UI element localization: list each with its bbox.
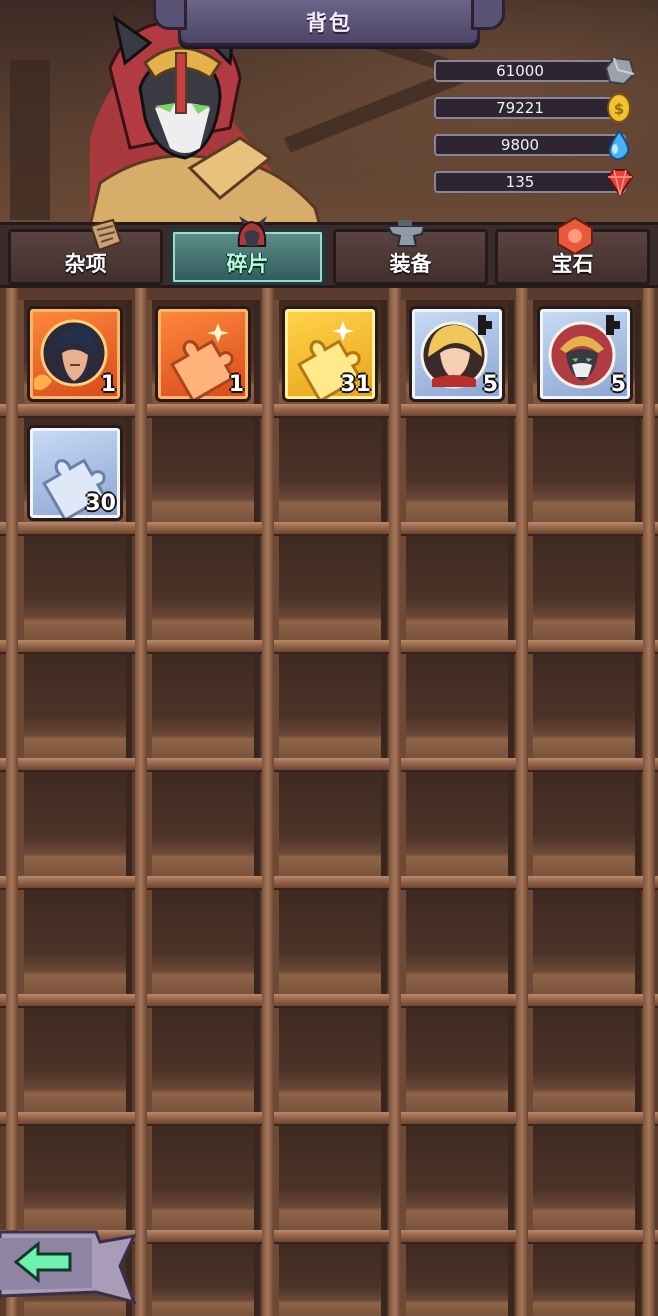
scroll-icon: [89, 218, 123, 252]
currency-stone-value: 61000: [496, 62, 544, 80]
item-count: 30: [85, 491, 116, 516]
currency-gem-value: 135: [505, 173, 535, 191]
fragment-slot[interactable]: 31: [282, 306, 378, 402]
anvil-icon: [386, 220, 426, 247]
currency-gold-value: 79221: [496, 99, 544, 117]
fragment-slot[interactable]: 5: [409, 306, 505, 402]
svg-text:$: $: [614, 100, 624, 118]
fragment-slot[interactable]: 5: [537, 306, 633, 402]
header-scene: 背包 61000 79221 $ 9800 135: [0, 0, 658, 225]
inventory-shelf: 1 1 31 5 5 30: [0, 288, 658, 1316]
gem-icon: [557, 216, 593, 254]
tab-gems[interactable]: 宝石: [495, 216, 650, 285]
item-count: 31: [340, 372, 371, 397]
fragment-slot[interactable]: 1: [155, 306, 251, 402]
hero-fragment-icon: [237, 216, 267, 247]
red-gem-icon: [606, 169, 634, 197]
fragment-slot[interactable]: 30: [27, 425, 123, 521]
item-count: 5: [610, 372, 626, 397]
currency-water: 9800: [434, 129, 630, 161]
item-count: 1: [100, 372, 116, 397]
currency-stone: 61000: [434, 56, 636, 86]
tab-equipment[interactable]: 装备: [333, 220, 488, 285]
tab-fragments[interactable]: 碎片: [170, 216, 325, 285]
tab-misc[interactable]: 杂项: [8, 218, 163, 285]
category-tabs: 杂项 碎片 装备 宝石: [0, 216, 658, 288]
currency-water-value: 9800: [500, 136, 540, 154]
stone-icon: [604, 56, 636, 86]
item-count: 5: [482, 372, 498, 397]
gold-coin-icon: $: [607, 93, 631, 123]
page-title: 背包: [306, 10, 352, 35]
water-drop-icon: [608, 129, 630, 161]
back-button[interactable]: [0, 1226, 136, 1306]
fragment-slot[interactable]: 1: [27, 306, 123, 402]
item-count: 1: [228, 372, 244, 397]
currency-gold: 79221 $: [434, 93, 631, 123]
currency-gem: 135: [434, 169, 634, 197]
title-banner: 背包: [153, 0, 505, 46]
